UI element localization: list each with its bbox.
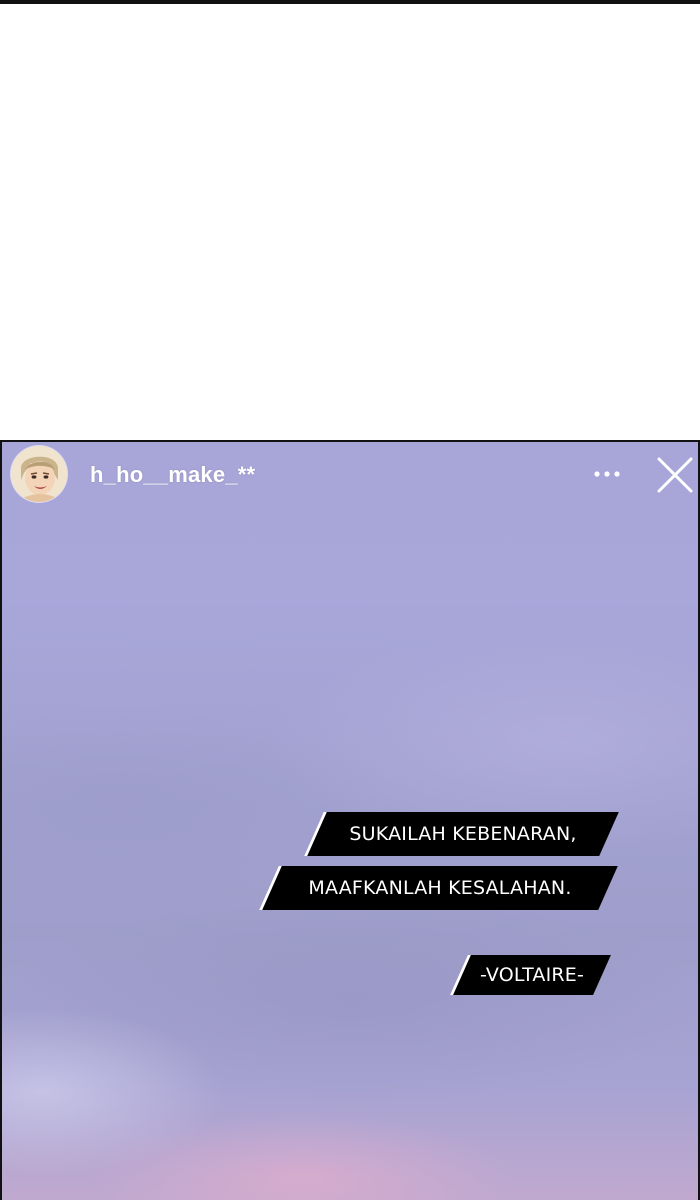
- quote-line-2-text: MAAFKANLAH KESALAHAN.: [308, 877, 572, 899]
- quote-line-1-text: SUKAILAH KEBENARAN,: [349, 823, 577, 845]
- panel-top-border: [0, 0, 700, 4]
- avatar[interactable]: [11, 446, 67, 502]
- quote-line-1: SUKAILAH KEBENARAN,: [307, 812, 619, 856]
- close-icon: [657, 457, 693, 493]
- close-button[interactable]: [654, 454, 696, 496]
- quote-line-2: MAAFKANLAH KESALAHAN.: [262, 866, 618, 910]
- more-options-button[interactable]: [587, 460, 627, 488]
- quote-author-text: -VOLTAIRE-: [479, 964, 585, 986]
- comic-page: h_ho__make_** SUKAILAH KEBENARAN, MAAFKA…: [0, 0, 700, 1200]
- story-header: h_ho__make_**: [2, 442, 698, 510]
- more-icon: [594, 471, 620, 477]
- story-username[interactable]: h_ho__make_**: [90, 462, 255, 488]
- quote-author: -VOLTAIRE-: [453, 955, 611, 995]
- story-panel: h_ho__make_** SUKAILAH KEBENARAN, MAAFKA…: [0, 440, 700, 1200]
- avatar-portrait-icon: [11, 446, 67, 502]
